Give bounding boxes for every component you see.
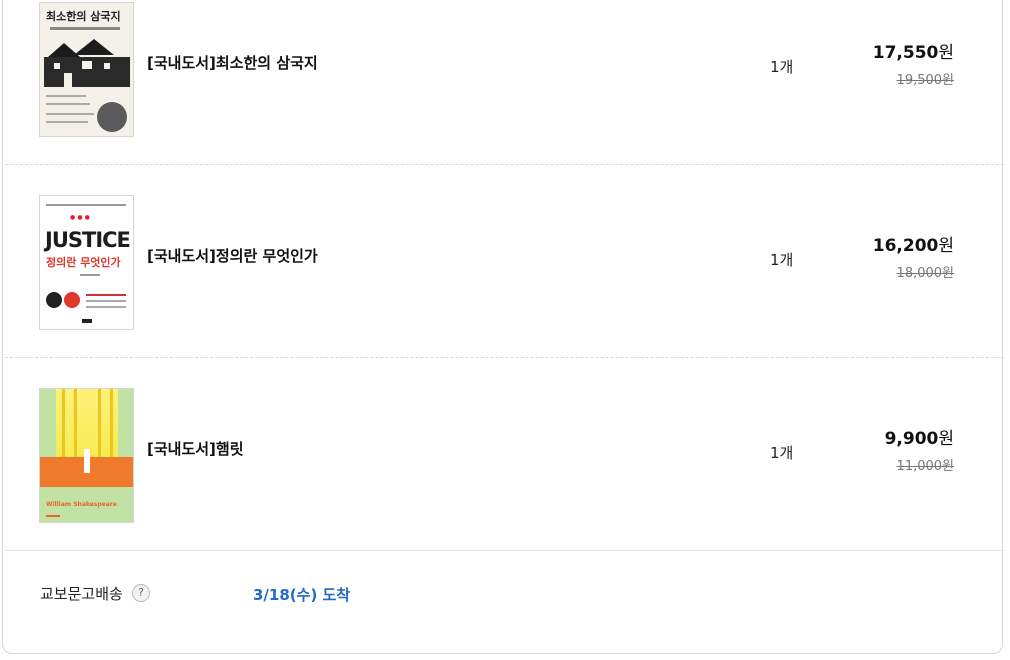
arrival-date: 3/18(수) 도착 (253, 586, 351, 604)
sale-price: 9,900원 (884, 429, 954, 449)
item-quantity: 1개 (770, 251, 794, 269)
sale-price: 16,200원 (872, 236, 954, 256)
author-photo (97, 102, 127, 132)
original-price: 18,000원 (896, 266, 954, 281)
order-item-row: 최소한의 삼국지 [국내도서]최소한의 삼국지 1개 17,550원 19,50… (5, 0, 1004, 165)
shipping-label: 교보문고배송 (40, 585, 123, 603)
cover-author: William Shakespeare (46, 501, 117, 508)
item-price: 9,900원 11,000원 (885, 424, 954, 474)
sale-price: 17,550원 (872, 43, 954, 63)
item-title[interactable]: [국내도서]정의란 무엇인가 (147, 245, 318, 266)
item-title[interactable]: [국내도서]최소한의 삼국지 (147, 52, 318, 73)
item-quantity: 1개 (770, 444, 794, 462)
cover-title: 최소한의 삼국지 (46, 10, 121, 23)
item-price: 16,200원 18,000원 (873, 231, 954, 281)
item-price: 17,550원 19,500원 (873, 38, 954, 88)
shipping-info: 교보문고배송 ? 3/18(수) 도착 (5, 553, 1004, 633)
item-title[interactable]: [국내도서]햄릿 (147, 438, 244, 459)
cover-title-en: JUSTICE (45, 228, 131, 252)
book-cover-image[interactable]: William Shakespeare (39, 388, 134, 523)
cover-subtitle-line (50, 27, 120, 30)
item-quantity: 1개 (770, 58, 794, 76)
book-cover-image[interactable]: 최소한의 삼국지 (39, 2, 134, 137)
order-item-row: William Shakespeare [국내도서]햄릿 1개 9,900원 1… (5, 358, 1004, 551)
order-item-row: ● ● ● JUSTICE 정의란 무엇인가 [국내도서]정의란 무엇인가 1개… (5, 165, 1004, 358)
original-price: 19,500원 (896, 73, 954, 88)
book-cover-image[interactable]: ● ● ● JUSTICE 정의란 무엇인가 (39, 195, 134, 330)
order-items-card: 최소한의 삼국지 [국내도서]최소한의 삼국지 1개 17,550원 19,50… (2, 0, 1004, 654)
original-price: 11,000원 (896, 459, 954, 474)
cover-title: 정의란 무엇인가 (46, 256, 121, 269)
cover-illustration (44, 39, 130, 87)
help-icon[interactable]: ? (132, 584, 150, 602)
